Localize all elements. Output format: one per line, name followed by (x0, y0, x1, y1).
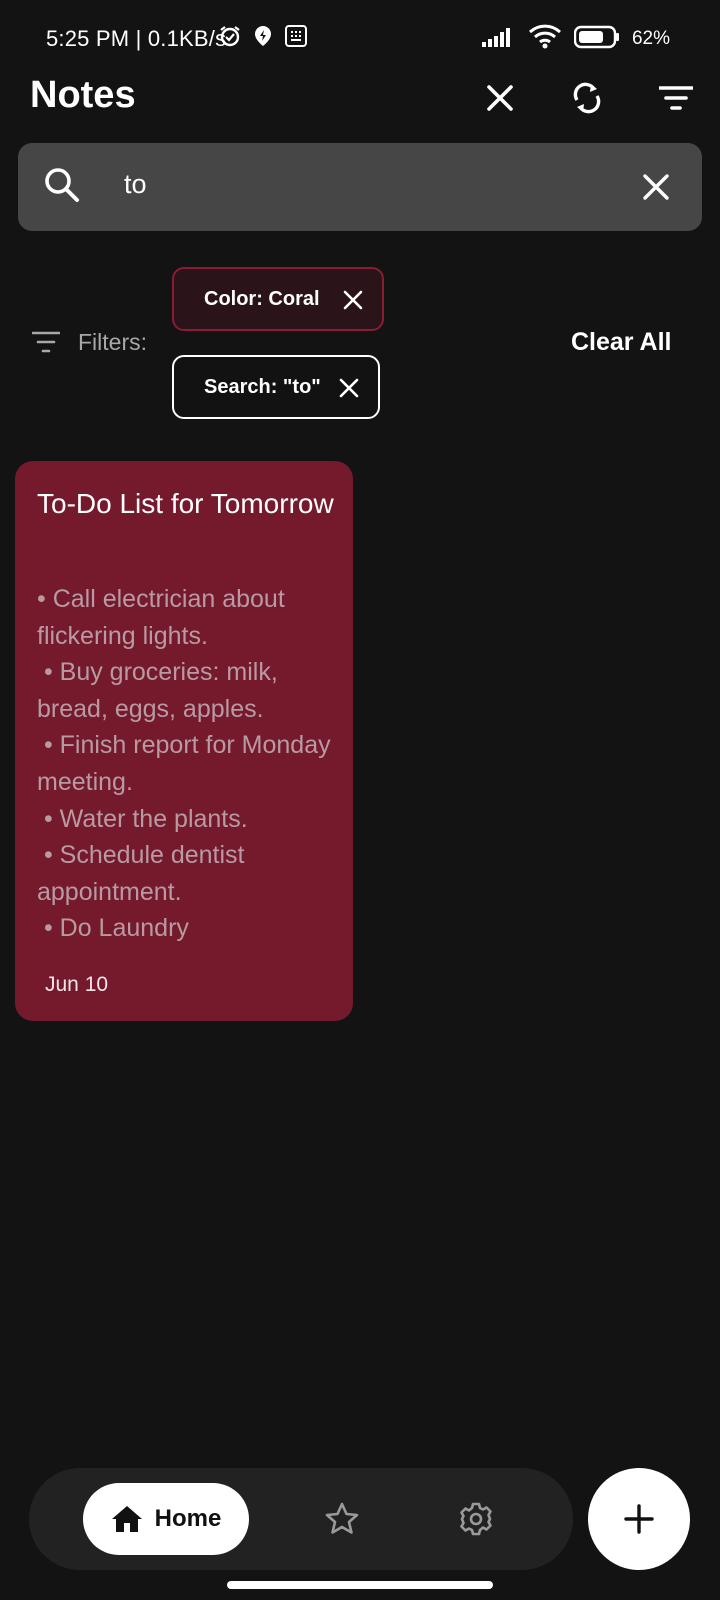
filter-chip-color[interactable]: Color: Coral (172, 267, 384, 331)
signal-icon (482, 28, 510, 47)
clear-all-button[interactable]: Clear All (571, 328, 672, 357)
battery-percent: 62% (631, 28, 670, 49)
note-date: Jun 10 (45, 973, 109, 996)
search-bar[interactable] (18, 143, 702, 231)
plus-icon (624, 1504, 654, 1534)
status-time: 5:25 PM | 0.1KB/s (46, 26, 227, 51)
page-title: Notes (30, 74, 136, 116)
close-search-button[interactable] (476, 74, 524, 122)
clear-search-button[interactable] (632, 163, 680, 211)
calculator-icon (285, 25, 307, 47)
home-icon (111, 1506, 142, 1532)
remove-filter-icon[interactable] (336, 375, 362, 401)
sync-button[interactable] (563, 74, 611, 122)
filter-icon (659, 86, 693, 110)
search-icon (45, 168, 79, 202)
star-icon (325, 1502, 359, 1534)
status-bar: 5:25 PM | 0.1KB/s 62% (0, 0, 720, 80)
note-card[interactable]: To-Do List for Tomorrow • Call electrici… (15, 461, 353, 1021)
close-icon (487, 85, 513, 111)
search-input[interactable] (124, 169, 604, 200)
filter-chip-label: Color: Coral (204, 287, 320, 310)
filter-list-icon (32, 331, 60, 353)
nav-favorites-button[interactable] (318, 1495, 366, 1543)
filter-button[interactable] (652, 74, 700, 122)
note-body: • Call electrician about flickering ligh… (37, 585, 331, 943)
gear-icon (460, 1502, 492, 1536)
add-note-button[interactable] (588, 1468, 690, 1570)
battery-icon (574, 25, 619, 49)
alarm-icon (220, 26, 240, 47)
filters-label: Filters: (78, 329, 147, 355)
close-icon (643, 174, 669, 200)
remove-filter-icon[interactable] (340, 287, 366, 313)
note-title: To-Do List for Tomorrow (37, 488, 334, 519)
nav-home-button[interactable]: Home (83, 1483, 249, 1555)
system-home-indicator[interactable] (227, 1581, 493, 1589)
location-pin-icon (255, 26, 271, 46)
nav-settings-button[interactable] (452, 1495, 500, 1543)
sync-icon (573, 82, 601, 114)
filter-chip-search[interactable]: Search: "to" (172, 355, 380, 419)
bottom-navigation: Home (29, 1468, 573, 1570)
filter-chip-label: Search: "to" (204, 375, 321, 398)
nav-home-label: Home (154, 1505, 222, 1532)
wifi-icon (528, 24, 562, 49)
